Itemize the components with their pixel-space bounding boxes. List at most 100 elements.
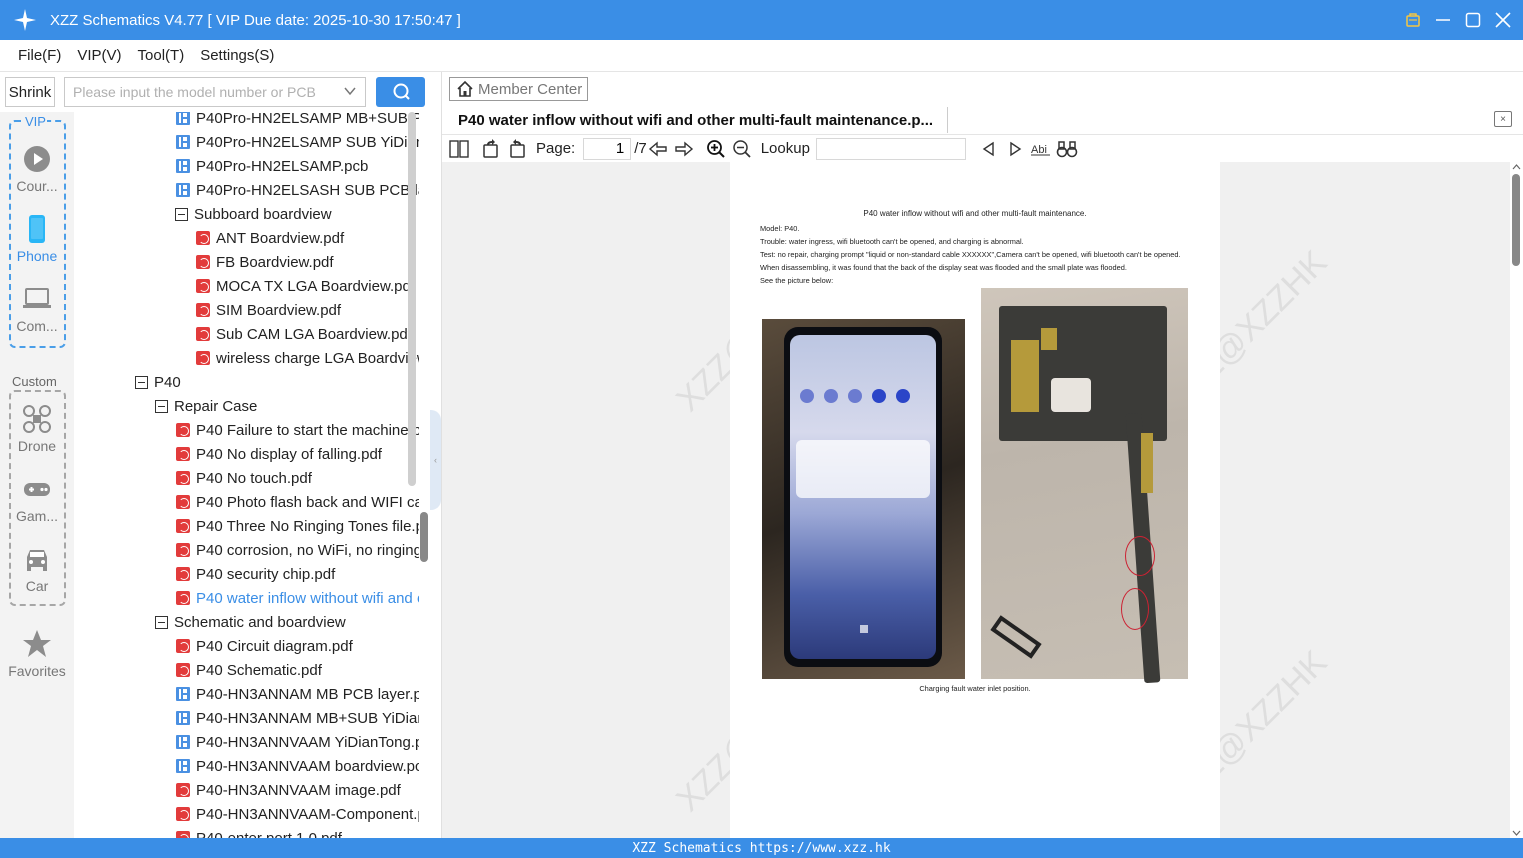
model-search-box: [64, 77, 366, 107]
lookup-input[interactable]: [815, 137, 966, 160]
close-icon[interactable]: [1495, 12, 1511, 28]
pdf-file-icon: [176, 663, 190, 677]
rotate-right-icon[interactable]: [506, 138, 528, 160]
rail-item-game[interactable]: Gam...: [0, 474, 74, 524]
course-play-icon: [24, 146, 50, 172]
chevron-left-icon: ‹: [434, 455, 437, 465]
tree-item[interactable]: P40 corrosion, no WiFi, no ringing.pdf: [176, 538, 419, 562]
tree-item[interactable]: P40 Photo flash back and WIFI can't be o…: [176, 490, 419, 514]
viewer-scroll-thumb[interactable]: [1512, 174, 1520, 266]
search-button[interactable]: [376, 77, 425, 107]
tree-folder[interactable]: P40: [135, 370, 419, 394]
vip-bag-icon[interactable]: [1405, 12, 1421, 28]
previous-page-arrow-icon[interactable]: [647, 138, 669, 160]
tree-item[interactable]: P40 security chip.pdf: [176, 562, 419, 586]
document-tab-title: P40 water inflow without wifi and other …: [458, 111, 934, 129]
close-tab-icon[interactable]: ×: [1494, 111, 1512, 127]
document-title: P40 water inflow without wifi and other …: [863, 209, 1087, 218]
tree-item[interactable]: P40Pro-HN2ELSAMP SUB YiDianTong.pcb: [176, 130, 419, 154]
tree-folder[interactable]: Repair Case: [155, 394, 419, 418]
collapse-icon[interactable]: [155, 615, 168, 629]
find-next-icon[interactable]: [1004, 138, 1026, 160]
tree-item[interactable]: FB Boardview.pdf: [196, 250, 419, 274]
tree-item[interactable]: P40-HN3ANNAM MB PCB layer.pcb: [176, 682, 419, 706]
tree-item[interactable]: P40Pro-HN2ELSASH SUB PCB layer.pcb: [176, 178, 419, 202]
tree-item[interactable]: MOCA TX LGA Boardview.pdf: [196, 274, 419, 298]
rail-item-phone[interactable]: Phone: [0, 214, 74, 264]
two-page-view-icon[interactable]: [448, 138, 470, 160]
menu-tool[interactable]: Tool(T): [138, 47, 185, 64]
menu-file[interactable]: File(F): [18, 47, 61, 64]
pdf-file-icon: [176, 591, 190, 605]
tree-item[interactable]: P40-HN3ANNAM MB+SUB YiDianTong.pcb: [176, 706, 419, 730]
menu-settings[interactable]: Settings(S): [200, 47, 274, 64]
tree-item-selected[interactable]: P40 water inflow without wifi and other …: [176, 586, 419, 610]
star-icon: [23, 630, 51, 657]
pcb-file-icon: [176, 759, 190, 773]
tree-item[interactable]: P40Pro-HN2ELSAMP MB+SUB PCB layer.pcb: [176, 112, 419, 130]
motherboard-photo: [981, 288, 1188, 684]
tree-item[interactable]: P40 Circuit diagram.pdf: [176, 634, 419, 658]
minimize-icon[interactable]: [1435, 12, 1451, 28]
collapse-icon[interactable]: [175, 207, 188, 221]
rail-item-favorites[interactable]: Favorites: [0, 629, 74, 679]
svg-text:Abi: Abi: [1031, 144, 1047, 156]
next-page-arrow-icon[interactable]: [673, 138, 695, 160]
app-logo-icon: [0, 0, 50, 40]
chevron-down-icon[interactable]: [343, 84, 357, 103]
tree-item[interactable]: P40Pro-HN2ELSAMP.pcb: [176, 154, 419, 178]
tree-item[interactable]: P40-enter port 1.0.pdf: [176, 826, 419, 838]
zoom-out-icon[interactable]: [731, 138, 753, 160]
tree-item[interactable]: P40-HN3ANNVAAM YiDianTong.pcb: [176, 730, 419, 754]
tree-scrollbar[interactable]: [408, 112, 416, 486]
pdf-file-icon: [196, 231, 210, 245]
shrink-button[interactable]: Shrink: [5, 77, 55, 107]
viewer-scrollbar[interactable]: [1510, 162, 1523, 838]
tree-folder[interactable]: Subboard boardview: [175, 202, 419, 226]
tree-item[interactable]: wireless charge LGA Boardview.pdf: [196, 346, 419, 370]
rail-item-drone[interactable]: Drone: [0, 404, 74, 454]
pcb-file-icon: [176, 159, 190, 173]
pcb-file-icon: [176, 687, 190, 701]
tree-item[interactable]: P40 No touch.pdf: [176, 466, 419, 490]
tree-item[interactable]: P40 No display of falling.pdf: [176, 442, 419, 466]
tree-item[interactable]: SIM Boardview.pdf: [196, 298, 419, 322]
model-search-input[interactable]: [65, 78, 333, 106]
pdf-viewer[interactable]: XZZ@XZZHK XZZ@XZZHK XZZ@XZZHK XZZ@XZZHK …: [442, 162, 1510, 838]
zoom-in-icon[interactable]: [705, 138, 727, 160]
page-number-input[interactable]: [583, 137, 632, 160]
maximize-icon[interactable]: [1465, 12, 1481, 28]
category-rail: VIP Custom Cour... Phone Com... Drone Ga…: [0, 112, 74, 838]
tree-item[interactable]: P40 Three No Ringing Tones file.pdf: [176, 514, 419, 538]
tree-item[interactable]: P40-HN3ANNVAAM boardview.pcb: [176, 754, 419, 778]
computer-icon: [23, 288, 51, 308]
search-icon: [393, 83, 410, 100]
tree-item[interactable]: P40 Schematic.pdf: [176, 658, 419, 682]
tree-item[interactable]: Sub CAM LGA Boardview.pdf: [196, 322, 419, 346]
collapse-icon[interactable]: [155, 399, 168, 413]
document-line: Trouble: water ingress, wifi bluetooth c…: [760, 237, 1024, 246]
match-case-icon[interactable]: Abi: [1030, 138, 1052, 160]
rail-item-course[interactable]: Cour...: [0, 144, 74, 194]
pdf-file-icon: [196, 279, 210, 293]
tree-scroll-thumb[interactable]: [420, 512, 428, 562]
find-previous-icon[interactable]: [978, 138, 1000, 160]
lookup-label: Lookup: [760, 140, 810, 157]
rotate-left-icon[interactable]: [480, 138, 502, 160]
pdf-page: P40 water inflow without wifi and other …: [730, 162, 1220, 838]
tree-folder[interactable]: Schematic and boardview: [155, 610, 419, 634]
member-center-button[interactable]: Member Center: [449, 77, 588, 101]
panel-collapse-handle[interactable]: ‹: [430, 410, 441, 510]
tree-item[interactable]: P40 Failure to start the machine.pdf: [176, 418, 419, 442]
document-tab[interactable]: P40 water inflow without wifi and other …: [449, 107, 948, 133]
collapse-icon[interactable]: [135, 375, 148, 389]
rail-item-computer[interactable]: Com...: [0, 284, 74, 334]
pdf-file-icon: [176, 639, 190, 653]
rail-item-car[interactable]: Car: [0, 544, 74, 594]
tree-item[interactable]: P40-HN3ANNVAAM image.pdf: [176, 778, 419, 802]
tree-item[interactable]: ANT Boardview.pdf: [196, 226, 419, 250]
tree-item[interactable]: P40-HN3ANNVAAM-Component.pdf: [176, 802, 419, 826]
binoculars-icon[interactable]: [1056, 138, 1078, 160]
menu-bar: File(F) VIP(V) Tool(T) Settings(S): [0, 40, 1523, 72]
menu-vip[interactable]: VIP(V): [77, 47, 121, 64]
